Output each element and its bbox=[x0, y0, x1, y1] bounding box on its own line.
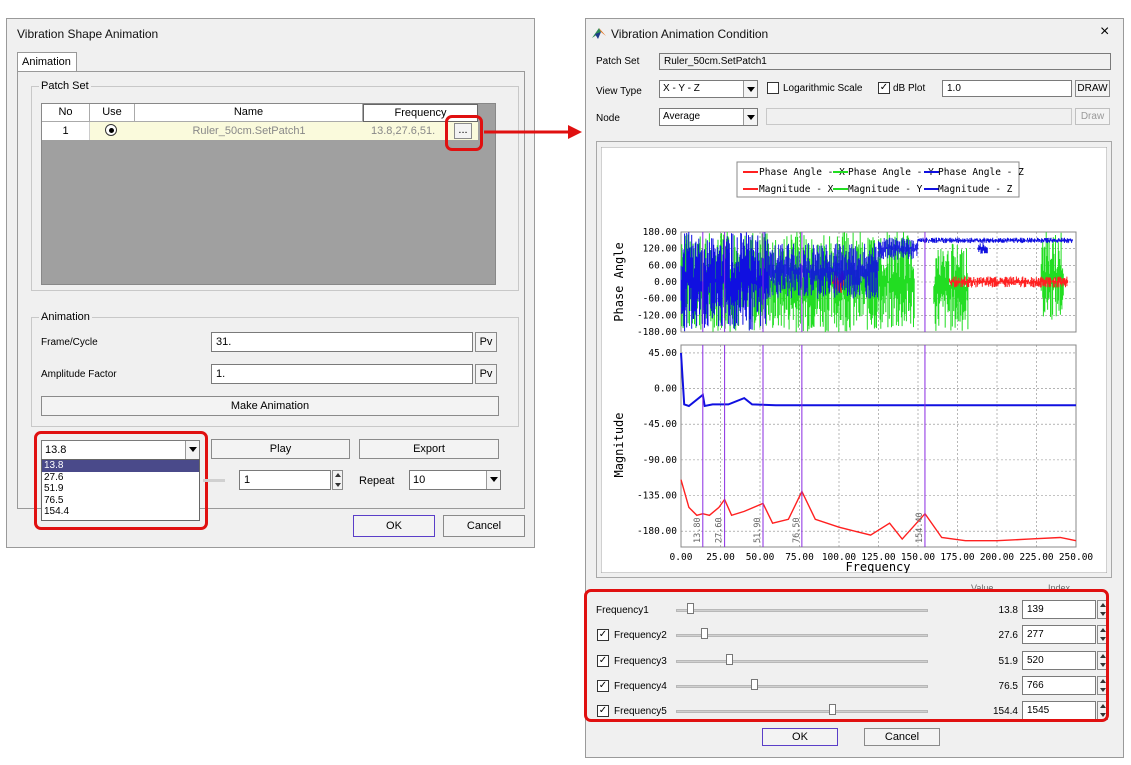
amplitude-factor-input[interactable]: 1. bbox=[211, 364, 473, 384]
x-tick-label: 200.00 bbox=[980, 552, 1015, 563]
ok-button[interactable]: OK bbox=[353, 515, 435, 537]
log-scale-checkbox[interactable] bbox=[767, 82, 779, 94]
app-logo-icon bbox=[592, 28, 606, 39]
node-select[interactable]: Average bbox=[659, 108, 758, 126]
y-tick-label: 180.00 bbox=[643, 227, 678, 238]
view-type-select[interactable]: X - Y - Z bbox=[659, 80, 758, 98]
node-field bbox=[766, 108, 1072, 125]
legend-label: Magnitude - Z bbox=[938, 184, 1013, 195]
table-header-name[interactable]: Name bbox=[135, 104, 363, 122]
y-tick-label: -180.00 bbox=[637, 526, 677, 537]
y-tick-label: 120.00 bbox=[643, 244, 678, 255]
y-tick-label: -135.00 bbox=[637, 491, 677, 502]
log-scale-label: Logarithmic Scale bbox=[783, 83, 863, 94]
x-axis-label: Frequency bbox=[845, 560, 910, 573]
dialog-title: Vibration Shape Animation bbox=[17, 27, 159, 41]
cancel-button[interactable]: Cancel bbox=[864, 728, 940, 746]
patch-set-field: Ruler_50cm.SetPatch1 bbox=[659, 53, 1111, 70]
legend-label: Magnitude - Y bbox=[848, 184, 923, 195]
y-tick-label: 0.00 bbox=[654, 277, 677, 288]
repeat-label: Repeat bbox=[359, 475, 395, 487]
marker-label: 51.90 bbox=[753, 517, 763, 543]
legend-label: Phase Angle - Z bbox=[938, 167, 1024, 178]
chevron-down-icon[interactable] bbox=[743, 109, 757, 125]
draw-button[interactable]: Draw bbox=[1075, 108, 1110, 125]
dialog-title: Vibration Animation Condition bbox=[611, 27, 769, 41]
x-tick-label: 225.00 bbox=[1019, 552, 1054, 563]
vibration-animation-condition-dialog: Vibration Animation Condition × Patch Se… bbox=[584, 18, 1124, 758]
frequency-highlight bbox=[584, 589, 1109, 722]
frame-cycle-input[interactable]: 31. bbox=[211, 332, 473, 352]
chart-svg: Phase Angle - X Phase Angle - Y Phase An… bbox=[601, 147, 1107, 573]
x-tick-label: 50.00 bbox=[746, 552, 775, 563]
ok-button[interactable]: OK bbox=[762, 728, 838, 746]
marker-label: 154.40 bbox=[915, 512, 925, 543]
patch-set-label: Patch Set bbox=[39, 80, 91, 92]
step-spinner[interactable] bbox=[332, 470, 343, 490]
legend-label: Phase Angle - Y bbox=[848, 167, 934, 178]
close-icon[interactable]: × bbox=[1100, 23, 1109, 41]
x-tick-label: 0.00 bbox=[670, 552, 693, 563]
export-button[interactable]: Export bbox=[359, 439, 499, 459]
view-type-label: View Type bbox=[596, 86, 642, 97]
row-no: 1 bbox=[42, 122, 90, 140]
legend-label: Magnitude - X bbox=[759, 184, 834, 195]
phase-ylabel: Phase Angle bbox=[612, 242, 626, 321]
play-button[interactable]: Play bbox=[211, 439, 350, 459]
y-tick-label: -180.00 bbox=[637, 327, 677, 338]
make-animation-button[interactable]: Make Animation bbox=[41, 396, 499, 416]
cancel-button[interactable]: Cancel bbox=[443, 515, 525, 537]
db-plot-checkbox[interactable]: ✓ bbox=[878, 82, 890, 94]
repeat-select-value: 10 bbox=[413, 474, 426, 486]
legend: Phase Angle - X Phase Angle - Y Phase An… bbox=[736, 161, 1024, 198]
view-type-value: X - Y - Z bbox=[663, 83, 700, 94]
frame-pv-button[interactable]: Pv bbox=[475, 332, 497, 352]
marker-label: 27.60 bbox=[715, 517, 725, 543]
table-header-no[interactable]: No bbox=[42, 104, 90, 122]
animation-group-label: Animation bbox=[39, 311, 92, 323]
amplitude-pv-button[interactable]: Pv bbox=[475, 364, 497, 384]
marker-label: 76.50 bbox=[792, 517, 802, 543]
step-slider-track[interactable] bbox=[203, 479, 225, 482]
x-tick-label: 250.00 bbox=[1059, 552, 1094, 563]
tab-animation[interactable]: Animation bbox=[17, 52, 77, 72]
y-tick-label: -45.00 bbox=[643, 419, 678, 430]
db-value-input[interactable]: 1.0 bbox=[942, 80, 1072, 97]
y-tick-label: 45.00 bbox=[648, 348, 677, 359]
dropdown-highlight bbox=[34, 431, 208, 530]
y-tick-label: -90.00 bbox=[643, 455, 678, 466]
browse-highlight bbox=[445, 115, 483, 151]
repeat-select[interactable]: 10 bbox=[409, 470, 501, 490]
magnitude-ylabel: Magnitude bbox=[612, 412, 626, 477]
node-value: Average bbox=[663, 111, 701, 122]
y-tick-label: -60.00 bbox=[643, 294, 678, 305]
chevron-down-icon[interactable] bbox=[486, 471, 500, 489]
row-name: Ruler_50cm.SetPatch1 bbox=[192, 125, 306, 137]
y-tick-label: 0.00 bbox=[654, 384, 677, 395]
node-label: Node bbox=[596, 113, 620, 124]
vibration-shape-animation-dialog: Vibration Shape Animation Animation Patc… bbox=[6, 18, 535, 548]
frame-cycle-label: Frame/Cycle bbox=[41, 337, 98, 348]
marker-label: 13.80 bbox=[693, 517, 703, 543]
step-input[interactable]: 1 bbox=[239, 470, 331, 490]
amplitude-factor-label: Amplitude Factor bbox=[41, 369, 117, 380]
patch-set-label: Patch Set bbox=[596, 56, 640, 67]
legend-label: Phase Angle - X bbox=[759, 167, 845, 178]
x-tick-label: 75.00 bbox=[785, 552, 814, 563]
y-tick-label: 60.00 bbox=[648, 260, 677, 271]
use-radio-dot bbox=[109, 128, 114, 133]
x-tick-label: 25.00 bbox=[706, 552, 735, 563]
chevron-down-icon[interactable] bbox=[743, 81, 757, 97]
use-radio[interactable] bbox=[105, 124, 117, 136]
table-header-use[interactable]: Use bbox=[90, 104, 135, 122]
db-plot-label: dB Plot bbox=[893, 83, 926, 94]
x-tick-label: 175.00 bbox=[940, 552, 975, 563]
connector-arrow bbox=[484, 125, 582, 139]
y-tick-label: -120.00 bbox=[637, 310, 677, 321]
row-frequency: 13.8,27.6,51.9... bbox=[371, 125, 435, 137]
draw-upper-button[interactable]: DRAW bbox=[1075, 80, 1110, 97]
